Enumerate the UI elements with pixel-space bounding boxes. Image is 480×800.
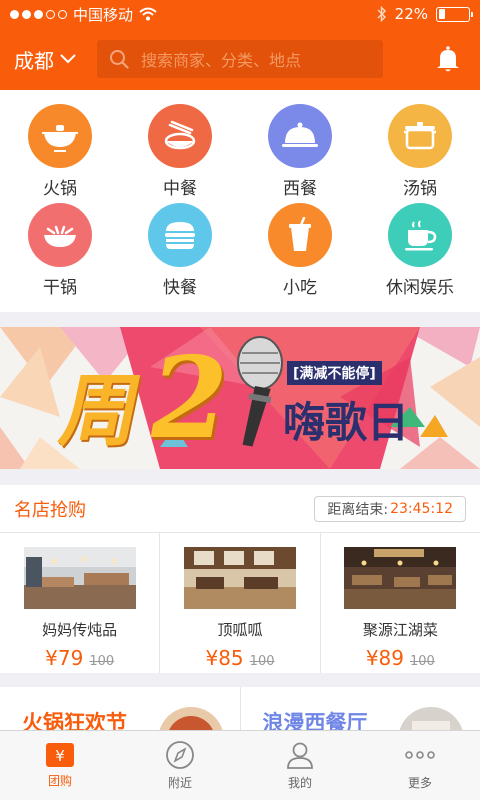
status-bar: 中国移动 22%: [0, 0, 480, 28]
chevron-down-icon: [60, 54, 76, 64]
category-chinese-food[interactable]: 中餐: [120, 104, 240, 203]
bottom-tab-bar: ¥ 团购 附近 我的 更多: [0, 730, 480, 800]
snack-icon: [268, 203, 332, 267]
hotpot-icon: [28, 104, 92, 168]
shop-card[interactable]: 顶呱呱 ¥85 100: [159, 533, 319, 673]
top-header: 中国移动 22% 成都 搜索商家、分类、地点: [0, 0, 480, 90]
countdown-timer: 距离结束: 23:45:12: [314, 495, 466, 522]
category-label: 休闲娱乐: [386, 278, 454, 298]
category-fast-food[interactable]: 快餐: [120, 203, 240, 302]
group-buy-icon: ¥: [46, 743, 74, 767]
banner-headline: 嗨歌日: [283, 398, 410, 447]
shop-name: 聚源江湖菜: [362, 621, 438, 639]
tab-label: 附近: [167, 776, 192, 790]
category-western-food[interactable]: 西餐: [240, 104, 360, 203]
search-icon: [110, 50, 129, 69]
category-hotpot[interactable]: 火锅: [0, 104, 120, 203]
shop-photo: [344, 547, 457, 609]
countdown-time: 23:45:12: [390, 500, 453, 517]
dry-pot-icon: [28, 203, 92, 267]
flash-sale-header: 名店抢购 距离结束: 23:45:12: [0, 485, 480, 533]
shop-name: 妈妈传炖品: [42, 621, 118, 639]
leisure-icon: [388, 203, 452, 267]
city-label: 成都: [14, 48, 54, 73]
category-label: 中餐: [163, 179, 197, 199]
shop-original-price: 100: [410, 654, 435, 669]
category-label: 西餐: [283, 179, 317, 199]
category-label: 快餐: [163, 278, 197, 298]
flash-sale-title[interactable]: 名店抢购: [14, 496, 86, 522]
shop-list: 妈妈传炖品 ¥79 100 顶呱呱 ¥85 100 聚源江湖菜 ¥89 100: [0, 533, 480, 673]
shop-photo: [23, 547, 136, 609]
shop-card[interactable]: 聚源江湖菜 ¥89 100: [319, 533, 480, 673]
tab-group-buy[interactable]: ¥ 团购: [0, 731, 120, 800]
nav-header: 成都 搜索商家、分类、地点: [0, 28, 480, 90]
carrier-name: 中国移动: [73, 5, 134, 24]
bluetooth-icon: [377, 6, 386, 22]
promo-banner[interactable]: 周 2 [满减不能停] 嗨歌日: [0, 327, 480, 469]
fast-food-icon: [148, 203, 212, 267]
shop-price: ¥85: [205, 646, 244, 670]
microphone-icon: [237, 336, 283, 447]
western-food-icon: [268, 104, 332, 168]
profile-icon: [287, 742, 313, 769]
soup-pot-icon: [388, 104, 452, 168]
tab-label: 我的: [287, 776, 312, 790]
shop-original-price: 100: [249, 654, 275, 669]
tab-nearby[interactable]: 附近: [120, 731, 240, 800]
tab-profile[interactable]: 我的: [240, 731, 360, 800]
shop-price: ¥79: [45, 646, 84, 670]
shop-card[interactable]: 妈妈传炖品 ¥79 100: [0, 533, 159, 673]
signal-strength-icon: [10, 9, 67, 19]
search-input[interactable]: 搜索商家、分类、地点: [97, 40, 383, 78]
notification-bell-icon[interactable]: [428, 39, 468, 79]
tab-more[interactable]: 更多: [360, 731, 480, 800]
more-icon: [405, 751, 435, 759]
wifi-icon: [139, 7, 157, 21]
category-label: 汤锅: [403, 179, 437, 199]
shop-original-price: 100: [89, 654, 115, 669]
category-soup-pot[interactable]: 汤锅: [360, 104, 480, 203]
category-label: 小吃: [283, 278, 317, 298]
countdown-label: 距离结束:: [327, 501, 389, 518]
shop-name: 顶呱呱: [217, 621, 263, 639]
svg-text:¥: ¥: [55, 747, 65, 765]
shop-price: ¥89: [365, 646, 404, 670]
category-snack[interactable]: 小吃: [240, 203, 360, 302]
battery-icon: [436, 6, 473, 22]
banner-tag: [满减不能停]: [287, 361, 382, 385]
tab-label: 团购: [47, 774, 72, 788]
city-selector[interactable]: 成都: [14, 45, 97, 74]
battery-percent: 22%: [394, 5, 428, 23]
category-label: 干锅: [43, 278, 77, 298]
shop-photo: [183, 547, 296, 609]
compass-icon: [166, 741, 194, 769]
search-placeholder: 搜索商家、分类、地点: [141, 51, 302, 70]
flash-sale-section: 名店抢购 距离结束: 23:45:12 妈妈传炖品 ¥79 100 顶呱呱 ¥8…: [0, 485, 480, 673]
category-grid: 火锅 中餐 西餐 汤锅 干锅 快餐 小吃 休闲娱乐: [0, 90, 480, 312]
category-label: 火锅: [43, 179, 77, 199]
category-dry-pot[interactable]: 干锅: [0, 203, 120, 302]
tab-label: 更多: [407, 776, 432, 790]
chinese-food-icon: [148, 104, 212, 168]
category-leisure[interactable]: 休闲娱乐: [360, 203, 480, 302]
